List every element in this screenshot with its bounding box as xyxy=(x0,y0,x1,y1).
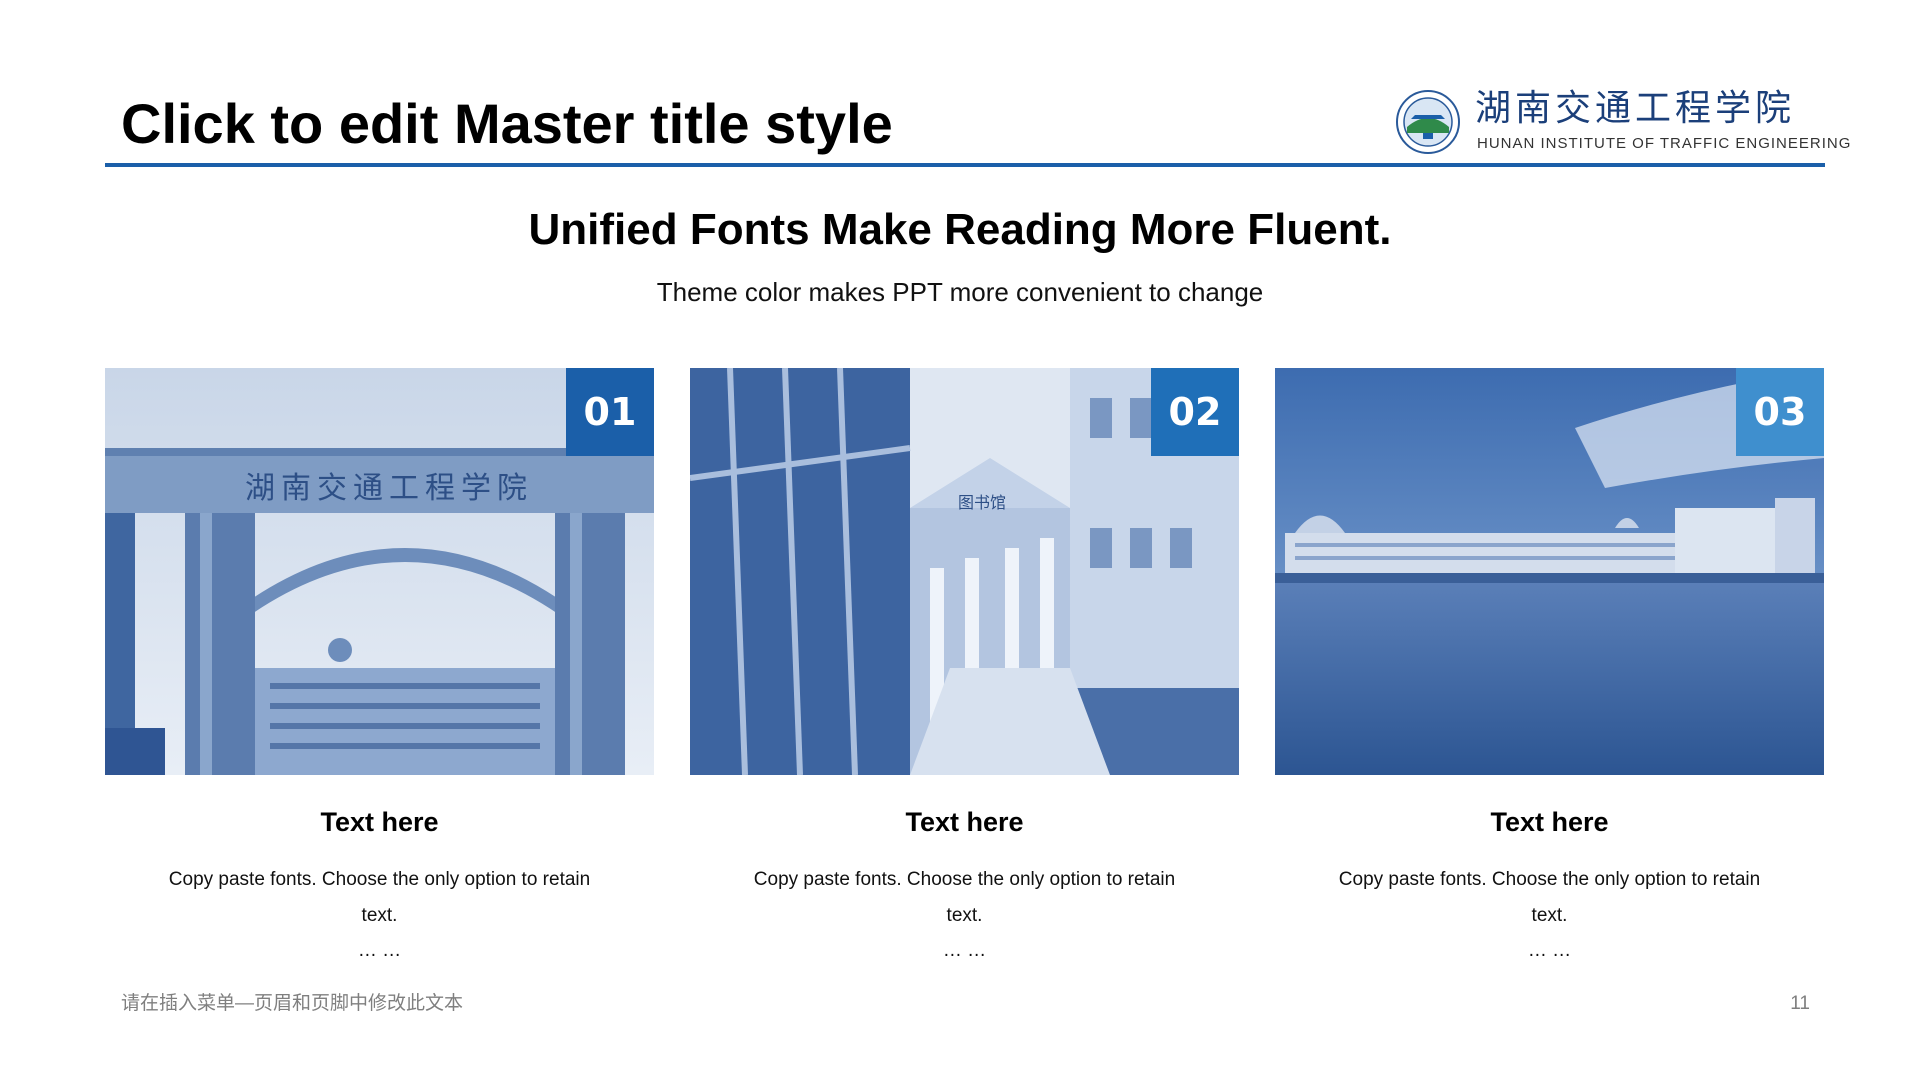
card-number-badge: 02 xyxy=(1151,368,1239,456)
card-title[interactable]: Text here xyxy=(105,805,654,839)
feature-card-1: 湖南交通工程学院 01 Text here Copy paste fonts. … xyxy=(105,368,654,961)
gate-inscription: 湖南交通工程学院 xyxy=(245,471,533,506)
logo-chinese-name: 湖南交通工程学院 xyxy=(1475,88,1796,129)
campus-field-photo: 03 xyxy=(1275,368,1824,775)
card-title[interactable]: Text here xyxy=(1275,805,1824,839)
card-title[interactable]: Text here xyxy=(690,805,1239,839)
card-body-text[interactable]: Copy paste fonts. Choose the only option… xyxy=(750,862,1179,934)
library-building-photo: 图书馆 02 xyxy=(690,368,1239,775)
card-number-badge: 01 xyxy=(566,368,654,456)
footer-text[interactable]: 请在插入菜单—页眉和页脚中修改此文本 xyxy=(121,992,463,1016)
card-body-text[interactable]: Copy paste fonts. Choose the only option… xyxy=(165,862,594,934)
institute-logo: 湖南交通工程学院 HUNAN INSTITUTE OF TRAFFIC ENGI… xyxy=(1395,87,1850,157)
library-sign: 图书馆 xyxy=(958,493,1006,512)
card-ellipsis: … … xyxy=(942,940,987,961)
card-ellipsis: … … xyxy=(357,940,402,961)
card-ellipsis: … … xyxy=(1527,940,1572,961)
header-divider xyxy=(105,163,1825,167)
headline[interactable]: Unified Fonts Make Reading More Fluent. xyxy=(0,202,1920,258)
page-number: 11 xyxy=(1790,993,1810,1014)
institute-emblem-icon xyxy=(1396,90,1460,154)
logo-english-name: HUNAN INSTITUTE OF TRAFFIC ENGINEERING xyxy=(1477,135,1852,152)
card-number-badge: 03 xyxy=(1736,368,1824,456)
slide-title[interactable]: Click to edit Master title style xyxy=(121,88,893,160)
feature-card-3: 03 Text here Copy paste fonts. Choose th… xyxy=(1275,368,1824,961)
card-body-text[interactable]: Copy paste fonts. Choose the only option… xyxy=(1335,862,1764,934)
feature-card-2: 图书馆 02 Text here Copy paste fonts. Choos… xyxy=(690,368,1239,961)
campus-gate-photo: 湖南交通工程学院 01 xyxy=(105,368,654,775)
subheadline[interactable]: Theme color makes PPT more convenient to… xyxy=(0,276,1920,308)
